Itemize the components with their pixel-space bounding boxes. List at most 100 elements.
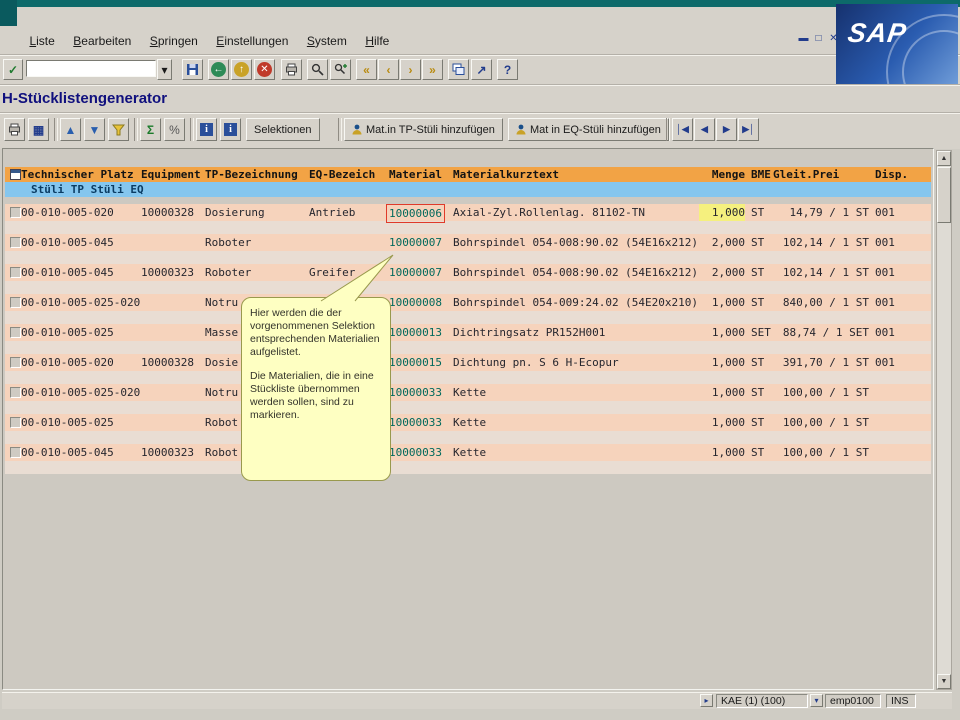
menge-input-cell[interactable]: 1,000 [699, 204, 745, 221]
row-select-checkbox[interactable] [10, 447, 21, 458]
filter-button[interactable] [108, 118, 129, 141]
enter-button[interactable]: ✓ [3, 59, 23, 80]
find-button[interactable] [307, 59, 328, 80]
selektionen-button[interactable]: Selektionen [246, 118, 320, 141]
mat-eq-hinzufuegen-button[interactable]: Mat in EQ-Stüli hinzufügen [508, 118, 669, 141]
session-dropdown-button[interactable]: ▾ [810, 694, 823, 707]
nav-next-icon: ▶ [723, 124, 730, 134]
nav-prev-button[interactable]: ◀ [694, 118, 715, 141]
scroll-down-icon: ▼ [940, 678, 948, 685]
toolbar-separator [338, 118, 342, 141]
sum-icon: Σ [146, 122, 155, 137]
table-row[interactable]: 00-010-005-045 10000323 Robot 10000033 K… [5, 444, 931, 474]
enter-check-icon: ✓ [7, 62, 19, 77]
table-settings-icon[interactable] [10, 169, 21, 180]
first-page-button[interactable]: « [356, 59, 377, 80]
sort-ascending-button[interactable]: ▲ [60, 118, 81, 141]
back-button[interactable]: ← [208, 59, 229, 80]
command-input[interactable] [26, 60, 156, 77]
col-technischer-platz[interactable]: Technischer Platz [21, 167, 134, 182]
row-select-checkbox[interactable] [10, 387, 21, 398]
create-shortcut-button[interactable]: ↗ [471, 59, 492, 80]
col-gleit-prei[interactable]: Gleit.Prei [773, 167, 839, 182]
col-disp[interactable]: Disp. [875, 167, 908, 182]
sum-button[interactable]: Σ [140, 118, 161, 141]
col-eq-bezeich[interactable]: EQ-Bezeich [309, 167, 375, 182]
status-messages-button[interactable]: ▸ [700, 694, 713, 707]
col-menge[interactable]: Menge [699, 167, 745, 182]
menu-bearbeiten[interactable]: Bearbeiten [66, 31, 138, 51]
menu-hilfe[interactable]: Hilfe [358, 31, 396, 51]
back-arrow-icon: ← [211, 62, 226, 77]
table-row[interactable]: 00-010-005-020 10000328 Dosie 10000015 D… [5, 354, 931, 384]
nav-last-icon: ▶│ [742, 124, 755, 134]
col-equipment[interactable]: Equipment [141, 167, 201, 182]
detail-info-button-1[interactable]: i [196, 118, 217, 141]
row-select-checkbox[interactable] [10, 267, 21, 278]
table-row[interactable]: 00-010-005-045 10000323 Roboter Greifer … [5, 264, 931, 294]
cancel-button[interactable]: ✕ [254, 59, 275, 80]
person-icon [352, 124, 362, 135]
nav-first-button[interactable]: │◀ [672, 118, 693, 141]
find-next-button[interactable] [330, 59, 351, 80]
percent-icon: % [169, 122, 180, 137]
mat-tp-hinzufuegen-button[interactable]: Mat.in TP-Stüli hinzufügen [344, 118, 503, 141]
status-bar: ▸ KAE (1) (100) ▾ emp0100 INS [2, 692, 952, 709]
table-row[interactable]: 00-010-005-025-020 Notru 10000008 Bohrsp… [5, 294, 931, 324]
grid-icon: ▦ [32, 122, 45, 137]
row-select-checkbox[interactable] [10, 357, 21, 368]
nav-last-button[interactable]: ▶│ [738, 118, 759, 141]
scroll-down-button[interactable]: ▼ [937, 674, 951, 689]
help-button[interactable]: ? [497, 59, 518, 80]
row-select-checkbox[interactable] [10, 207, 21, 218]
menu-einstellungen[interactable]: Einstellungen [209, 31, 295, 51]
new-session-button[interactable] [448, 59, 469, 80]
nav-next-button[interactable]: ▶ [716, 118, 737, 141]
last-page-button[interactable]: » [422, 59, 443, 80]
restore-icon[interactable]: □ [812, 33, 825, 44]
filter-funnel-icon [112, 124, 125, 135]
sort-descending-button[interactable]: ▼ [84, 118, 105, 141]
search-next-icon [334, 63, 347, 75]
table-row[interactable]: 00-010-005-020 10000328 Dosierung Antrie… [5, 204, 931, 234]
detail-info-button-2[interactable]: i [220, 118, 241, 141]
first-page-icon: « [363, 62, 370, 77]
col-materialkurztext[interactable]: Materialkurztext [453, 167, 559, 182]
selected-material-cell[interactable]: 10000006 [386, 204, 445, 223]
minimize-icon[interactable]: ▬ [797, 33, 810, 44]
menu-springen[interactable]: Springen [143, 31, 205, 51]
prev-page-button[interactable]: ‹ [378, 59, 399, 80]
vertical-scrollbar[interactable]: ▲ ▼ [936, 150, 952, 690]
cancel-x-icon: ✕ [257, 62, 272, 77]
exit-arrow-icon: ↑ [234, 62, 249, 77]
exit-button[interactable]: ↑ [231, 59, 252, 80]
col-bme[interactable]: BME [751, 167, 771, 182]
print-list-button[interactable] [4, 118, 25, 141]
table-row[interactable]: 00-010-005-025-020 Notru 10000033 Kette … [5, 384, 931, 414]
row-select-checkbox[interactable] [10, 417, 21, 428]
menu-liste[interactable]: Liste [22, 31, 61, 51]
menu-system[interactable]: System [300, 31, 354, 51]
col-material[interactable]: Material [389, 167, 442, 182]
scroll-up-button[interactable]: ▲ [937, 151, 951, 166]
status-system-field: KAE (1) (100) [716, 694, 808, 708]
save-button[interactable] [182, 59, 203, 80]
scrollbar-thumb[interactable] [937, 167, 951, 223]
table-row[interactable]: 00-010-005-025 Masse 10000013 Dichtrings… [5, 324, 931, 354]
row-select-checkbox[interactable] [10, 297, 21, 308]
row-select-checkbox[interactable] [10, 327, 21, 338]
status-server-field: emp0100 [825, 694, 881, 708]
table-row[interactable]: 00-010-005-045 Roboter 10000007 Bohrspin… [5, 234, 931, 264]
nav-first-icon: │◀ [676, 124, 689, 134]
spreadsheet-button[interactable]: ▦ [28, 118, 49, 141]
next-page-button[interactable]: › [400, 59, 421, 80]
table-row[interactable]: 00-010-005-025 Robot 10000033 Kette 1,00… [5, 414, 931, 444]
info-icon: i [200, 123, 213, 136]
subtotal-button[interactable]: % [164, 118, 185, 141]
col-tp-bezeichnung[interactable]: TP-Bezeichnung [205, 167, 298, 182]
command-dropdown-button[interactable]: ▾ [157, 59, 172, 80]
row-select-checkbox[interactable] [10, 237, 21, 248]
window-corner-icon [0, 0, 17, 26]
toolbar-separator [134, 118, 138, 141]
print-button[interactable] [281, 59, 302, 80]
